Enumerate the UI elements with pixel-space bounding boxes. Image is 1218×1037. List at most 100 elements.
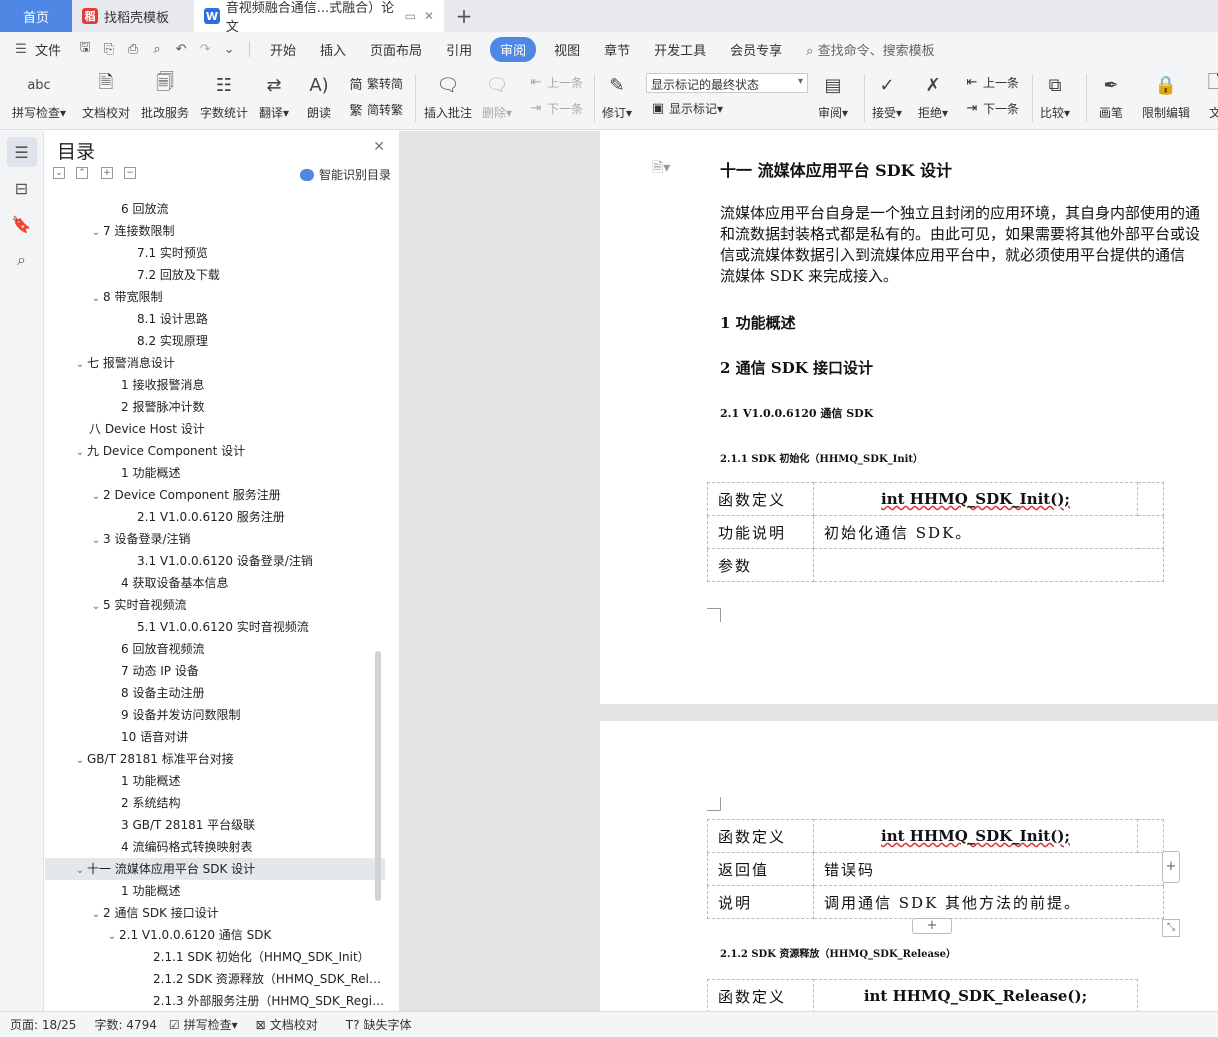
restrict-edit-button[interactable]: 🔒 限制编辑 <box>1142 70 1190 121</box>
tab-template[interactable]: 稻 找稻壳模板 <box>72 0 194 32</box>
toc-item[interactable]: 1 功能概述 <box>45 880 385 902</box>
toc-item[interactable]: 7 动态 IP 设备 <box>45 660 385 682</box>
print-preview-icon[interactable]: ⌕ <box>148 42 166 57</box>
undo-icon[interactable]: ↶ <box>172 42 190 57</box>
chevron-down-icon[interactable]: ⌄ <box>89 288 103 308</box>
toc-item[interactable]: 2 报警脉冲计数 <box>45 396 385 418</box>
tab-home[interactable]: 首页 <box>0 0 72 32</box>
batch-service-button[interactable]: 🗐 批改服务 <box>141 70 189 121</box>
save-icon[interactable]: 🖫 <box>76 38 94 60</box>
toc-item[interactable]: 八 Device Host 设计 <box>45 418 385 440</box>
toc-item[interactable]: 9 设备并发访问数限制 <box>45 704 385 726</box>
reject-button[interactable]: ✗ 拒绝▾ <box>918 70 948 121</box>
toc-item[interactable]: 1 接收报警消息 <box>45 374 385 396</box>
insert-comment-button[interactable]: 🗨 插入批注 <box>424 70 472 121</box>
tab-document[interactable]: W 音视频融合通信...式融合）论文 ▭ ✕ <box>194 0 444 35</box>
add-row-button[interactable]: + <box>912 918 952 934</box>
chevron-down-icon[interactable]: ⌄ <box>73 750 87 770</box>
menu-view[interactable]: 视图 <box>542 40 592 59</box>
track-changes-button[interactable]: ✎ 修订▾ <box>602 70 632 121</box>
toc-item[interactable]: 1 功能概述 <box>45 462 385 484</box>
page-indicator[interactable]: 页面: 18/25 <box>10 1016 76 1033</box>
toc-item[interactable]: ⌄ 七 报警消息设计 <box>45 352 385 374</box>
print-icon[interactable]: ⎙ <box>124 42 142 57</box>
trad-to-simp-button[interactable]: 简繁转简 <box>348 74 403 93</box>
menu-file[interactable]: 文件 <box>33 40 73 59</box>
toc-item[interactable]: 8.1 设计思路 <box>45 308 385 330</box>
quick-more-icon[interactable]: ⌄ <box>220 42 238 57</box>
markup-state-select[interactable]: 显示标记的最终状态 ▾ <box>646 73 808 93</box>
collapse-all-icon[interactable]: ⌃ <box>76 167 88 179</box>
toc-item[interactable]: 8.2 实现原理 <box>45 330 385 352</box>
remove-item-icon[interactable]: − <box>124 167 136 179</box>
menu-insert[interactable]: 插入 <box>308 40 358 59</box>
toc-item[interactable]: 6 回放流 <box>45 198 385 220</box>
toc-item[interactable]: ⌄ 2 Device Component 服务注册 <box>45 484 385 506</box>
chevron-down-icon[interactable]: ⌄ <box>73 860 87 880</box>
chapter-nav-icon[interactable]: ⊟ <box>7 173 37 203</box>
next-change-button[interactable]: ⇥ 下一条 <box>964 100 1019 117</box>
toc-item[interactable]: ⌄ 2 通信 SDK 接口设计 <box>45 902 385 924</box>
show-markup-button[interactable]: ▣ 显示标记 ▾ <box>650 100 723 117</box>
toc-item[interactable]: 1 功能概述 <box>45 770 385 792</box>
toc-item[interactable]: 7.2 回放及下载 <box>45 264 385 286</box>
paragraph-menu-icon[interactable]: 🗎▾ <box>652 157 670 181</box>
chevron-down-icon[interactable]: ⌄ <box>89 486 103 506</box>
table-resize-icon[interactable]: ⤡ <box>1162 919 1180 937</box>
smart-toc-button[interactable]: 智能识别目录 <box>299 166 391 183</box>
menu-member[interactable]: 会员专享 <box>718 40 794 59</box>
tab-close-icon[interactable]: ✕ <box>424 9 434 23</box>
add-item-icon[interactable]: + <box>101 167 113 179</box>
toc-item[interactable]: 5.1 V1.0.0.6120 实时音视频流 <box>45 616 385 638</box>
toc-item[interactable]: ⌄ GB/T 28181 标准平台对接 <box>45 748 385 770</box>
toc-item[interactable]: ⌄ 7 连接数限制 <box>45 220 385 242</box>
translate-button[interactable]: ⇄ 翻译▾ <box>259 70 289 121</box>
toc-item[interactable]: ⌄ 8 带宽限制 <box>45 286 385 308</box>
toc-item[interactable]: ⌄ 九 Device Component 设计 <box>45 440 385 462</box>
delete-comment-button[interactable]: 🗨 删除▾ <box>482 70 512 121</box>
doc-permission-button[interactable]: 🗋 文 <box>1200 70 1218 121</box>
toc-panel-icon[interactable]: ☰ <box>6 137 37 167</box>
toc-item[interactable]: 3.1 V1.0.0.6120 设备登录/注销 <box>45 550 385 572</box>
menu-references[interactable]: 引用 <box>434 40 484 59</box>
toc-item[interactable]: 2.1.3 外部服务注册（HHMQ_SDK_Register） <box>45 990 385 1008</box>
next-comment-button[interactable]: ⇥ 下一条 <box>528 100 583 117</box>
read-aloud-button[interactable]: A) 朗读 <box>304 70 334 121</box>
search-icon[interactable]: ⌕ <box>7 245 37 275</box>
menu-chapter[interactable]: 章节 <box>592 40 642 59</box>
status-missing-font[interactable]: T? 缺失字体 <box>346 1016 412 1033</box>
spellcheck-button[interactable]: abc 拼写检查▾ <box>12 70 66 121</box>
chevron-down-icon[interactable]: ⌄ <box>89 530 103 550</box>
toc-item[interactable]: ⌄ 3 设备登录/注销 <box>45 528 385 550</box>
toc-item[interactable]: 4 流编码格式转换映射表 <box>45 836 385 858</box>
command-search[interactable]: ⌕ 查找命令、搜索模板 <box>806 40 934 59</box>
chevron-down-icon[interactable]: ⌄ <box>89 904 103 924</box>
close-icon[interactable]: ✕ <box>373 139 385 155</box>
toc-item[interactable]: 2 系统结构 <box>45 792 385 814</box>
chevron-down-icon[interactable]: ⌄ <box>89 222 103 242</box>
redo-icon[interactable]: ↷ <box>196 42 214 57</box>
chevron-down-icon[interactable]: ⌄ <box>73 442 87 462</box>
hamburger-icon[interactable]: ☰ <box>12 42 30 57</box>
toc-item[interactable]: 8 设备主动注册 <box>45 682 385 704</box>
doc-proof-button[interactable]: 🗎 文档校对 <box>82 70 130 121</box>
menu-review[interactable]: 审阅 <box>490 36 537 62</box>
toc-item[interactable]: 2.1.2 SDK 资源释放（HHMQ_SDK_Release） <box>45 968 385 990</box>
compare-button[interactable]: ⧉ 比较▾ <box>1040 70 1070 121</box>
toc-item[interactable]: 3 GB/T 28181 平台级联 <box>45 814 385 836</box>
accept-button[interactable]: ✓ 接受▾ <box>872 70 902 121</box>
word-count[interactable]: 字数: 4794 <box>94 1016 156 1033</box>
add-column-button[interactable]: + <box>1162 851 1180 883</box>
chevron-down-icon[interactable]: ⌄ <box>73 354 87 374</box>
toc-item[interactable]: 10 语音对讲 <box>45 726 385 748</box>
tab-window-icon[interactable]: ▭ <box>405 9 416 23</box>
toc-item[interactable]: 4 获取设备基本信息 <box>45 572 385 594</box>
review-pane-button[interactable]: ▤ 审阅▾ <box>818 70 848 121</box>
status-doc-proof[interactable]: ⊠ 文档校对 <box>256 1016 318 1033</box>
toc-item[interactable]: ⌄ 十一 流媒体应用平台 SDK 设计 <box>45 858 385 880</box>
prev-change-button[interactable]: ⇤ 上一条 <box>964 74 1019 91</box>
toc-item[interactable]: ⌄ 5 实时音视频流 <box>45 594 385 616</box>
toc-item[interactable]: 7.1 实时预览 <box>45 242 385 264</box>
chevron-down-icon[interactable]: ⌄ <box>105 926 119 946</box>
toc-item[interactable]: ⌄ 2.1 V1.0.0.6120 通信 SDK <box>45 924 385 946</box>
